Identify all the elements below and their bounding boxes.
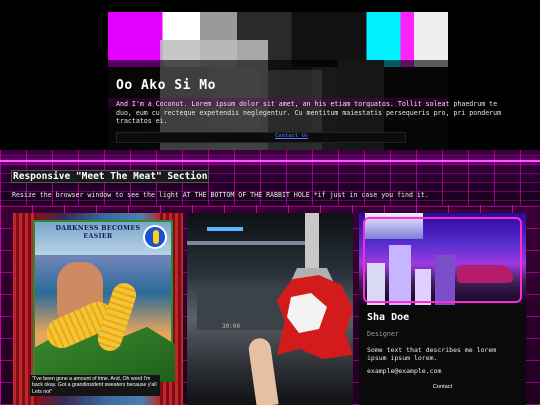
poster-title: DARKNESS BECOMES EASIER [55, 225, 141, 240]
light-beam [207, 227, 243, 231]
hero-description: And I'm a Coconut. Lorem ipsum dolor sit… [116, 100, 502, 126]
profile-name: Sha Doe [367, 312, 410, 323]
profile-image [359, 213, 526, 305]
light-beam [187, 241, 313, 245]
profile-description: Some text that describes me lorem ipsum … [367, 346, 497, 363]
hand-shape [247, 336, 279, 405]
poster-quote: "I've been gone a amount of time. And, O… [30, 375, 160, 397]
section-subtitle: Resize the browser window to see the lig… [12, 191, 429, 199]
contact-button[interactable]: Contact [359, 384, 526, 390]
poster-image: DARKNESS BECOMES EASIER [33, 220, 175, 382]
neon-divider [0, 160, 540, 162]
neon-frame [363, 217, 522, 303]
team-card-profile: Sha Doe Designer Some text that describe… [359, 213, 526, 405]
hero-button-bar[interactable] [116, 132, 406, 143]
corn-badge-icon [143, 225, 167, 249]
team-card-glitch: 30:00 [187, 213, 353, 405]
contact-us-link[interactable]: Contact Us [275, 133, 308, 139]
panel-label: 30:00 [222, 323, 241, 330]
profile-email: example@example.com [367, 367, 442, 375]
profile-role: Designer [367, 330, 399, 338]
team-card-poster: DARKNESS BECOMES EASIER "I've been gone … [13, 213, 183, 405]
hero-title: Oo Ako Si Mo [116, 78, 216, 93]
section-title: Responsive "Meet The Meat" Section [10, 170, 210, 183]
